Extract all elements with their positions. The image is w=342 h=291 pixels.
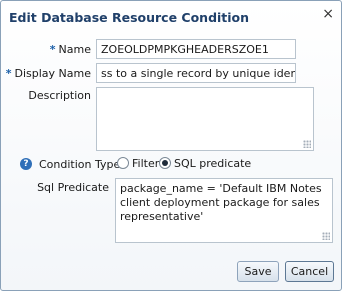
cancel-button[interactable]: Cancel xyxy=(285,261,334,282)
sql-predicate-radio[interactable]: SQL predicate xyxy=(159,157,251,170)
sql-predicate-label: Sql Predicate xyxy=(37,181,109,194)
display-name-label: * Display Name xyxy=(5,67,91,80)
description-textarea[interactable] xyxy=(96,87,314,151)
close-icon[interactable]: × xyxy=(322,6,334,22)
resize-grip-icon[interactable] xyxy=(322,232,330,240)
description-label: Description xyxy=(28,89,91,102)
required-marker: * xyxy=(49,43,56,56)
help-icon[interactable]: ? xyxy=(20,158,32,170)
condition-type-label: Condition Type xyxy=(39,158,121,171)
display-name-input[interactable]: ss to a single record by unique identifi… xyxy=(96,63,296,83)
sql-predicate-radio-icon[interactable] xyxy=(159,157,171,169)
edit-condition-dialog: Edit Database Resource Condition × * Name… xyxy=(0,0,342,291)
sql-predicate-textarea[interactable]: package_name = 'Default IBM Notes client… xyxy=(115,178,333,243)
filter-radio[interactable]: Filter xyxy=(117,157,159,170)
name-label: * Name xyxy=(49,43,91,56)
dialog-title: Edit Database Resource Condition xyxy=(9,10,250,25)
filter-radio-icon[interactable] xyxy=(117,157,129,169)
required-marker: * xyxy=(5,67,12,80)
save-button[interactable]: Save xyxy=(237,261,279,282)
resize-grip-icon[interactable] xyxy=(303,140,311,148)
name-input[interactable]: ZOEOLDPMPKGHEADERSZOE1 xyxy=(96,39,296,59)
